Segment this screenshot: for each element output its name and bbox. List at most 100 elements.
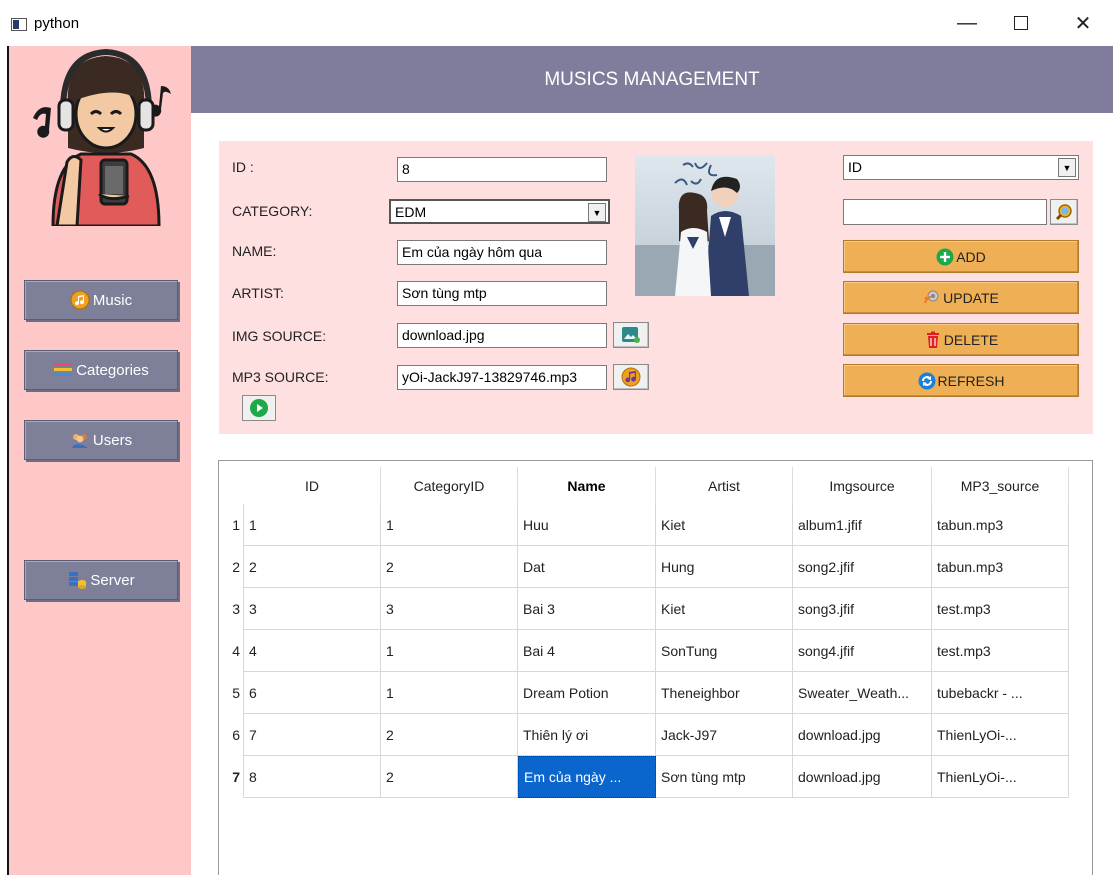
row-header[interactable]: 2 xyxy=(219,546,243,588)
img-source-label: IMG SOURCE: xyxy=(232,328,327,344)
table-cell[interactable]: ThienLyOi-... xyxy=(932,714,1069,756)
table-cell[interactable]: Bai 3 xyxy=(518,588,656,630)
sidebar-music-label: Music xyxy=(92,291,133,309)
page-title: MUSICS MANAGEMENT xyxy=(544,68,760,90)
table-cell[interactable]: Bai 4 xyxy=(518,630,656,672)
table-cell[interactable]: SonTung xyxy=(656,630,793,672)
table-cell[interactable]: song3.jfif xyxy=(793,588,932,630)
category-select-value: EDM xyxy=(395,204,427,220)
sidebar-users-button[interactable]: Users xyxy=(24,420,178,460)
add-plus-icon xyxy=(936,248,954,265)
table-cell[interactable]: 2 xyxy=(381,546,518,588)
table-cell[interactable]: 1 xyxy=(381,504,518,546)
refresh-button[interactable]: REFRESH xyxy=(843,364,1079,397)
categories-list-icon xyxy=(54,363,73,376)
row-header[interactable]: 5 xyxy=(219,672,243,714)
delete-button[interactable]: DELETE xyxy=(843,323,1079,356)
table-cell[interactable]: 1 xyxy=(381,630,518,672)
table-cell[interactable]: 6 xyxy=(244,672,381,714)
column-header-artist[interactable]: Artist xyxy=(656,467,793,504)
app-icon xyxy=(11,18,27,31)
table-cell[interactable]: song2.jfif xyxy=(793,546,932,588)
minimize-button[interactable]: — xyxy=(944,8,990,38)
play-button[interactable] xyxy=(242,395,276,421)
category-select[interactable]: EDM ▼ xyxy=(389,199,610,224)
add-button[interactable]: ADD xyxy=(843,240,1079,273)
column-header-imgsource[interactable]: Imgsource xyxy=(793,467,932,504)
table-cell[interactable]: 2 xyxy=(381,714,518,756)
table-cell[interactable]: Sơn tùng mtp xyxy=(656,756,793,798)
table-cell[interactable]: ThienLyOi-... xyxy=(932,756,1069,798)
artist-field[interactable]: Sơn tùng mtp xyxy=(397,281,607,306)
update-button[interactable]: UPDATE xyxy=(843,281,1079,314)
table-cell[interactable]: album1.jfif xyxy=(793,504,932,546)
search-input[interactable] xyxy=(843,199,1047,225)
category-label: CATEGORY: xyxy=(232,203,313,219)
table-cell[interactable]: tubebackr - ... xyxy=(932,672,1069,714)
table-cell[interactable]: Dat xyxy=(518,546,656,588)
add-button-label: ADD xyxy=(956,248,986,265)
table-cell[interactable]: tabun.mp3 xyxy=(932,546,1069,588)
row-header[interactable]: 3 xyxy=(219,588,243,630)
table-cell[interactable]: 1 xyxy=(244,504,381,546)
img-source-field[interactable]: download.jpg xyxy=(397,323,607,348)
artist-label: ARTIST: xyxy=(232,285,284,301)
table-cell[interactable]: song4.jfif xyxy=(793,630,932,672)
chevron-down-icon[interactable]: ▼ xyxy=(588,203,606,222)
table-cell[interactable]: Kiet xyxy=(656,588,793,630)
column-header-name[interactable]: Name xyxy=(518,467,656,504)
table-cell[interactable]: Dream Potion xyxy=(518,672,656,714)
table-cell[interactable]: 2 xyxy=(244,546,381,588)
table-cell[interactable]: 7 xyxy=(244,714,381,756)
column-header-mp3-source[interactable]: MP3_source xyxy=(932,467,1069,504)
column-header-categoryid[interactable]: CategoryID xyxy=(381,467,518,504)
table-cell[interactable]: Sweater_Weath... xyxy=(793,672,932,714)
row-header[interactable]: 4 xyxy=(219,630,243,672)
table-cell[interactable]: download.jpg xyxy=(793,714,932,756)
table-cell[interactable]: Kiet xyxy=(656,504,793,546)
row-header[interactable]: 7 xyxy=(219,756,243,798)
table-cell[interactable]: Huu xyxy=(518,504,656,546)
mp3-source-field[interactable]: yOi-JackJ97-13829746.mp3 xyxy=(397,365,607,390)
sidebar-music-button[interactable]: Music xyxy=(24,280,178,320)
music-table[interactable]: ID CategoryID Name Artist Imgsource MP3_… xyxy=(218,460,1093,875)
refresh-button-label: REFRESH xyxy=(937,372,1005,389)
search-button[interactable] xyxy=(1050,199,1078,225)
search-field-select[interactable]: ID ▼ xyxy=(843,155,1079,180)
table-cell[interactable]: 2 xyxy=(381,756,518,798)
maximize-button[interactable] xyxy=(998,8,1044,38)
id-label: ID : xyxy=(232,159,254,175)
name-field[interactable]: Em của ngày hôm qua xyxy=(397,240,607,265)
table-cell[interactable]: Theneighbor xyxy=(656,672,793,714)
browse-mp3-button[interactable] xyxy=(613,364,649,390)
music-disc-icon xyxy=(70,290,90,310)
mp3-source-label: MP3 SOURCE: xyxy=(232,369,329,385)
sidebar-server-button[interactable]: Server xyxy=(24,560,178,600)
close-button[interactable]: ✕ xyxy=(1060,8,1106,38)
table-cell[interactable]: 8 xyxy=(244,756,381,798)
table-cell[interactable]: test.mp3 xyxy=(932,588,1069,630)
table-corner xyxy=(219,461,244,503)
table-cell[interactable]: test.mp3 xyxy=(932,630,1069,672)
table-cell[interactable]: download.jpg xyxy=(793,756,932,798)
sidebar-categories-button[interactable]: Categories xyxy=(24,350,178,390)
column-header-id[interactable]: ID xyxy=(244,467,381,504)
table-cell[interactable]: Thiên lý ơi xyxy=(518,714,656,756)
row-header[interactable]: 1 xyxy=(219,504,243,546)
table-cell[interactable]: 3 xyxy=(244,588,381,630)
music-folder-icon xyxy=(621,367,641,387)
table-cell[interactable]: 4 xyxy=(244,630,381,672)
chevron-down-icon[interactable]: ▼ xyxy=(1058,158,1076,177)
table-cell[interactable]: tabun.mp3 xyxy=(932,504,1069,546)
browse-image-button[interactable] xyxy=(613,322,649,348)
id-field[interactable]: 8 xyxy=(397,157,607,182)
table-cell-selected[interactable]: Em của ngày ... xyxy=(518,756,656,798)
table-cell[interactable]: Hung xyxy=(656,546,793,588)
table-cell[interactable]: Jack-J97 xyxy=(656,714,793,756)
table-cell[interactable]: 1 xyxy=(381,672,518,714)
music-form-panel: ID : CATEGORY: NAME: ARTIST: IMG SOURCE:… xyxy=(219,141,1093,434)
table-cell[interactable]: 3 xyxy=(381,588,518,630)
play-icon xyxy=(250,399,268,417)
row-header[interactable]: 6 xyxy=(219,714,243,756)
update-gear-icon xyxy=(924,290,939,303)
